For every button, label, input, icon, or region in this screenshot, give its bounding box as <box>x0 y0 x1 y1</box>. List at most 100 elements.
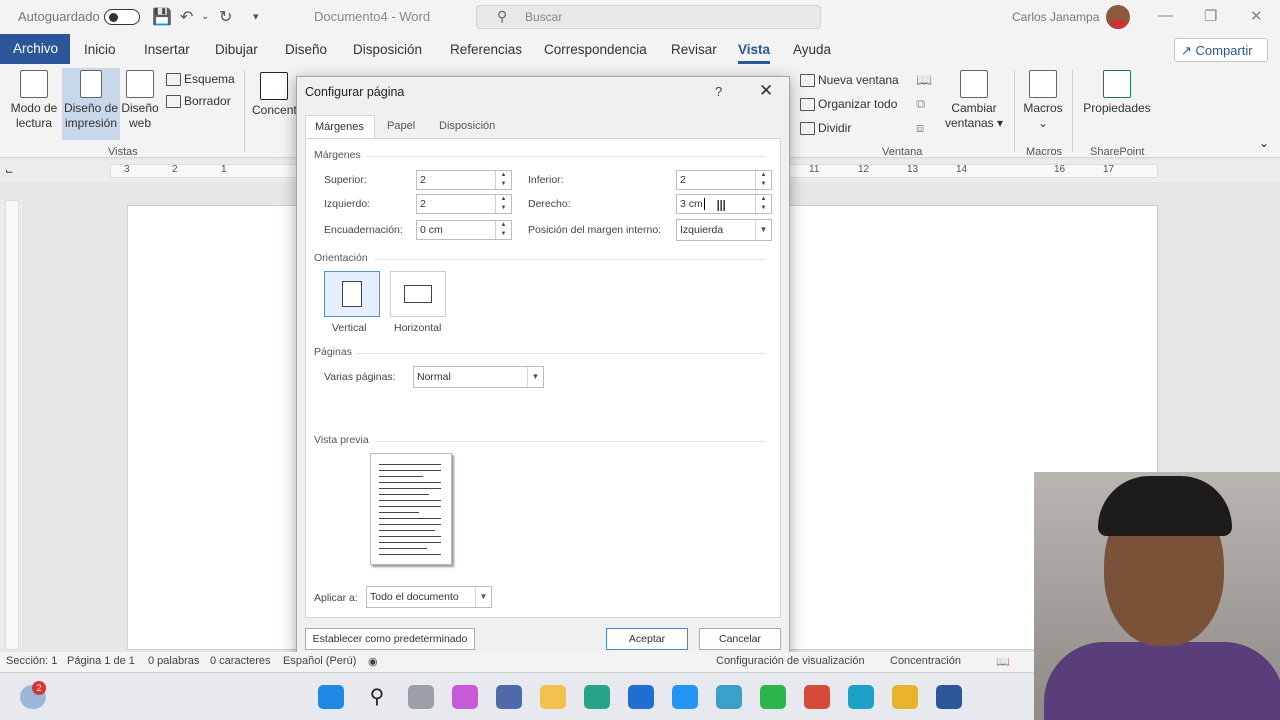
task-view-icon[interactable] <box>408 685 434 709</box>
status-chars[interactable]: 0 caracteres <box>210 655 271 667</box>
tab-insertar[interactable]: Insertar <box>144 42 190 57</box>
web-layout-button[interactable]: Diseño web <box>120 70 160 138</box>
inferior-input[interactable]: 2 ▲ ▼ <box>676 170 772 190</box>
webcam-overlay <box>1034 472 1280 720</box>
focus-mode-button[interactable]: Concentración <box>890 655 961 667</box>
print-layout-line1: Diseño de <box>63 101 119 115</box>
spin-arrows-icon[interactable]: ▲ ▼ <box>755 195 771 213</box>
group-label-ventana: Ventana <box>882 146 923 158</box>
undo-dropdown-icon[interactable]: ⌄ <box>201 11 209 22</box>
macros-button[interactable]: Macros ⌄ <box>1020 70 1066 138</box>
tab-stop-icon[interactable]: ⌙ <box>5 166 13 177</box>
undo-icon[interactable]: ↶ <box>180 7 193 27</box>
cancel-button[interactable]: Cancelar <box>699 628 781 650</box>
orientation-vertical-button[interactable] <box>324 271 380 317</box>
arrange-all-button[interactable]: Organizar todo <box>800 97 897 111</box>
app-icon[interactable] <box>584 685 610 709</box>
side-by-side-icon[interactable]: 📖 <box>916 72 932 88</box>
tab-margenes[interactable]: Márgenes <box>305 115 375 139</box>
chrome-icon[interactable] <box>892 685 918 709</box>
divider <box>356 353 766 354</box>
gutter-label: Encuadernación: <box>324 224 403 236</box>
new-window-button[interactable]: Nueva ventana <box>800 73 899 87</box>
apply-to-label: Aplicar a: <box>314 592 358 604</box>
tab-inicio[interactable]: Inicio <box>84 42 116 57</box>
tab-disposicion-dialog[interactable]: Disposición <box>439 120 495 132</box>
read-mode-button[interactable]: Modo de lectura <box>6 70 62 138</box>
spin-arrows-icon[interactable]: ▲ ▼ <box>755 171 771 189</box>
search-icon[interactable]: ⚲ <box>364 685 390 709</box>
display-settings-button[interactable]: Configuración de visualización <box>716 655 865 667</box>
switch-windows-line1: Cambiar <box>951 101 997 115</box>
multiple-pages-select[interactable]: Normal ▼ <box>413 366 544 388</box>
split-button[interactable]: Dividir <box>800 121 851 135</box>
sync-scroll-icon[interactable]: ⧉ <box>916 96 925 112</box>
spin-arrows-icon[interactable]: ▲ ▼ <box>495 221 511 239</box>
superior-input[interactable]: 2 ▲ ▼ <box>416 170 512 190</box>
word-icon[interactable] <box>936 685 962 709</box>
spin-arrows-icon[interactable]: ▲ ▼ <box>495 195 511 213</box>
orientation-horizontal-button[interactable] <box>390 271 446 317</box>
user-name[interactable]: Carlos Janampa <box>1012 10 1099 24</box>
status-page[interactable]: Página 1 de 1 <box>67 655 135 667</box>
draft-button[interactable]: Borrador <box>166 94 231 108</box>
set-as-default-button[interactable]: Establecer como predeterminado <box>305 628 475 650</box>
restore-icon[interactable]: ❐ <box>1204 7 1217 25</box>
ruler-number: 14 <box>956 164 968 175</box>
help-icon[interactable]: ? <box>715 84 722 99</box>
divider <box>376 441 766 442</box>
customize-qat-icon[interactable]: ▾ <box>253 10 259 23</box>
text-cursor-icon: Ⅲ <box>716 198 727 215</box>
edge-icon[interactable] <box>848 685 874 709</box>
status-language[interactable]: Español (Perú) <box>283 655 356 667</box>
close-window-icon[interactable]: ✕ <box>1250 7 1263 25</box>
file-explorer-icon[interactable] <box>540 685 566 709</box>
tab-referencias[interactable]: Referencias <box>450 42 522 57</box>
save-icon[interactable]: 💾 <box>152 7 172 27</box>
read-mode-icon[interactable]: 📖 <box>996 655 1010 668</box>
status-section[interactable]: Sección: 1 <box>6 655 57 667</box>
search-box[interactable]: ⚲ Buscar <box>476 5 821 29</box>
calculator-icon[interactable] <box>496 685 522 709</box>
tab-correspondencia[interactable]: Correspondencia <box>544 42 647 57</box>
vertical-ruler[interactable] <box>0 200 22 650</box>
redo-icon[interactable]: ↻ <box>219 7 232 27</box>
notepad-icon[interactable] <box>672 685 698 709</box>
switch-windows-button[interactable]: Cambiar ventanas ▾ <box>944 70 1004 140</box>
reset-window-icon[interactable]: ⧈ <box>916 120 924 136</box>
apply-to-select[interactable]: Todo el documento ▼ <box>366 586 492 608</box>
tab-dibujar[interactable]: Dibujar <box>215 42 258 57</box>
status-words[interactable]: 0 palabras <box>148 655 199 667</box>
minimize-icon[interactable]: — <box>1158 7 1173 24</box>
copilot-icon[interactable] <box>452 685 478 709</box>
start-icon[interactable] <box>318 685 344 709</box>
collapse-ribbon-icon[interactable]: ⌄ <box>1259 136 1269 150</box>
spin-arrows-icon[interactable]: ▲ ▼ <box>495 171 511 189</box>
focus-button[interactable]: Concent <box>252 72 297 132</box>
properties-button[interactable]: Propiedades <box>1080 70 1154 130</box>
page-preview <box>370 453 452 565</box>
gutter-input[interactable]: 0 cm ▲ ▼ <box>416 220 512 240</box>
app-icon[interactable] <box>628 685 654 709</box>
autosave-toggle[interactable] <box>104 9 140 25</box>
tab-vista[interactable]: Vista <box>738 42 771 64</box>
avatar[interactable] <box>1106 5 1130 29</box>
maps-icon[interactable] <box>716 685 742 709</box>
tab-archivo[interactable]: Archivo <box>0 34 70 64</box>
recorder-icon[interactable] <box>804 685 830 709</box>
accessibility-icon[interactable]: ◉ <box>368 655 378 668</box>
ok-button[interactable]: Aceptar <box>606 628 688 650</box>
ruler-number: 11 <box>809 164 820 175</box>
outline-button[interactable]: Esquema <box>166 72 235 86</box>
close-icon[interactable]: ✕ <box>759 81 773 101</box>
print-layout-button[interactable]: Diseño de impresión <box>62 68 120 140</box>
tab-diseno[interactable]: Diseño <box>285 42 327 57</box>
tab-disposicion[interactable]: Disposición <box>353 42 422 57</box>
tab-papel[interactable]: Papel <box>387 120 415 132</box>
gutter-position-select[interactable]: Izquierda ▼ <box>676 219 772 241</box>
share-button[interactable]: ↗ Compartir <box>1174 38 1268 62</box>
tab-ayuda[interactable]: Ayuda <box>793 42 831 57</box>
tab-revisar[interactable]: Revisar <box>671 42 717 57</box>
izquierdo-input[interactable]: 2 ▲ ▼ <box>416 194 512 214</box>
camtasia-icon[interactable] <box>760 685 786 709</box>
